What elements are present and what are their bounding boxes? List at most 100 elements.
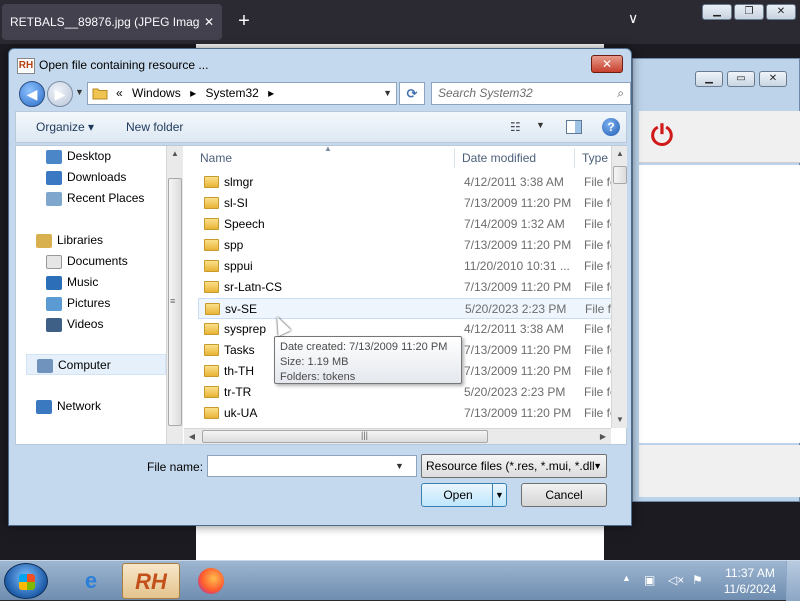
internet-explorer-icon[interactable]: e [62,563,120,599]
scroll-thumb[interactable]: ||| [202,430,488,443]
nav-item-videos[interactable]: Videos [46,314,103,335]
open-file-dialog: RH Open file containing resource ... ✕ ◀ … [8,48,632,526]
resource-hacker-logo-icon: RH [17,57,35,74]
network-icon [36,399,52,414]
help-icon[interactable]: ? [602,118,620,136]
file-list-horizontal-scrollbar[interactable]: ◀ ||| ▶ [184,428,611,444]
recent-locations-dropdown[interactable]: ▼ [75,87,84,97]
close-icon[interactable]: ✕ [204,4,214,40]
open-button[interactable]: Open ▼ [421,483,507,507]
nav-item-pictures[interactable]: Pictures [46,293,110,314]
file-date: 7/13/2009 11:20 PM [464,238,572,252]
column-divider[interactable] [454,148,455,168]
column-header-name[interactable]: Name [200,146,232,170]
file-type: File fol [584,343,611,357]
folder-icon [204,218,219,230]
show-desktop-button[interactable] [786,561,800,601]
firefox-icon[interactable] [182,563,240,599]
nav-item-music[interactable]: Music [46,272,98,293]
file-row[interactable]: sr-Latn-CS 7/13/2009 11:20 PM File fol [198,277,611,298]
nav-item-recent-places[interactable]: Recent Places [46,188,144,209]
file-row[interactable]: Speech 7/14/2009 1:32 AM File fol [198,214,611,235]
navigation-pane-scrollbar[interactable]: ▲ ≡ [166,146,183,444]
new-folder-button[interactable]: New folder [126,112,183,142]
nav-item-network[interactable]: Network [36,396,101,417]
dialog-close-button[interactable]: ✕ [591,55,623,73]
rh-minimize-button[interactable]: ▁ [695,71,723,87]
file-name-dropdown-icon[interactable]: ▼ [395,457,404,475]
folder-icon [204,323,219,335]
open-split-dropdown-icon[interactable]: ▼ [492,484,506,506]
rh-close-button[interactable]: ✕ [759,71,787,87]
cancel-button[interactable]: Cancel [521,483,607,507]
network-status-icon[interactable]: ▣ [644,573,655,587]
scroll-left-icon[interactable]: ◀ [184,429,200,445]
power-icon[interactable]: ⏻ [645,119,679,153]
browser-maximize-button[interactable]: ❐ [734,4,764,20]
tab-list-button[interactable]: ∨ [628,10,638,27]
system-clock[interactable]: 11:37 AM 11/6/2024 [718,565,782,597]
browser-minimize-button[interactable]: ▁ [702,4,732,20]
nav-item-documents[interactable]: Documents [46,251,128,272]
column-divider[interactable] [574,148,575,168]
address-bar[interactable]: « Windows ▸ System32 ▸ ▼ [87,82,397,105]
file-row[interactable]: uk-UA 7/13/2009 11:20 PM File fol [198,403,611,424]
address-dropdown-icon[interactable]: ▼ [383,83,392,104]
forward-button[interactable]: ▶ [47,81,73,107]
file-type: File fol [584,364,611,378]
browser-close-button[interactable]: ✕ [766,4,796,20]
nav-item-libraries[interactable]: Libraries [36,230,103,251]
volume-muted-icon[interactable]: ◁× [668,573,684,587]
scroll-right-icon[interactable]: ▶ [595,429,611,445]
file-row[interactable]: slmgr 4/12/2011 3:38 AM File fol [198,172,611,193]
desktop-icon [46,149,62,164]
breadcrumb-overflow[interactable]: « [116,86,123,100]
column-header-type[interactable]: Type [582,146,608,170]
scroll-thumb[interactable] [613,166,627,184]
scroll-down-icon[interactable]: ▼ [612,412,628,428]
file-row-hovered[interactable]: sv-SE 5/20/2023 2:23 PM File fol [198,298,611,319]
nav-item-label: Documents [67,254,128,268]
start-button[interactable] [4,563,48,599]
browser-tab[interactable]: RETBALS__89876.jpg (JPEG Image, 1 ✕ [2,4,222,40]
breadcrumb-system32[interactable]: System32 [205,86,258,100]
file-row[interactable]: tr-TR 5/20/2023 2:23 PM File fol [198,382,611,403]
file-list-vertical-scrollbar[interactable]: ▲ ▼ [611,146,627,428]
file-name-input[interactable] [207,455,417,477]
file-row[interactable]: sppui 11/20/2010 10:31 ... File fol [198,256,611,277]
file-row[interactable]: spp 7/13/2009 11:20 PM File fol [198,235,611,256]
column-header-date-modified[interactable]: Date modified [462,146,536,170]
nav-item-desktop[interactable]: Desktop [46,146,111,167]
search-placeholder: Search System32 [438,86,533,100]
rh-maximize-button[interactable]: ▭ [727,71,755,87]
taskbar: e RH ▲ ▣ ◁× ⚑ 11:37 AM 11/6/2024 [0,560,800,601]
navigation-bar: ◀ ▶ ▼ « Windows ▸ System32 ▸ ▼ ⟳ Search … [17,79,631,107]
breadcrumb-windows[interactable]: Windows [132,86,181,100]
nav-item-label: Videos [67,317,104,331]
action-center-flag-icon[interactable]: ⚑ [692,573,703,587]
scroll-up-icon[interactable]: ▲ [167,146,183,162]
breadcrumb-separator-icon[interactable]: ▸ [190,86,196,100]
folder-icon [204,281,219,293]
search-icon[interactable]: ⌕ [617,83,624,104]
file-row[interactable]: sl-SI 7/13/2009 11:20 PM File fol [198,193,611,214]
preview-pane-icon[interactable] [566,120,582,134]
change-view-icon[interactable]: ☷ [510,120,526,134]
resource-hacker-taskbar-button[interactable]: RH [122,563,180,599]
back-button[interactable]: ◀ [19,81,45,107]
organize-button[interactable]: Organize ▾ [36,112,94,142]
nav-item-computer[interactable]: Computer [26,354,166,375]
file-type: File fol [584,385,611,399]
breadcrumb-separator-icon[interactable]: ▸ [268,86,274,100]
new-tab-button[interactable]: + [232,8,256,34]
music-icon [46,275,62,290]
videos-icon [46,317,62,332]
show-hidden-icons-icon[interactable]: ▲ [622,573,631,583]
file-type: File fol [585,302,611,316]
file-type-select[interactable]: Resource files (*.res, *.mui, *.dll ▼ [421,454,607,478]
view-dropdown-icon[interactable]: ▼ [536,120,545,130]
search-input[interactable]: Search System32 ⌕ [431,82,631,105]
refresh-button[interactable]: ⟳ [399,82,425,105]
nav-item-downloads[interactable]: Downloads [46,167,126,188]
scroll-up-icon[interactable]: ▲ [612,146,628,162]
